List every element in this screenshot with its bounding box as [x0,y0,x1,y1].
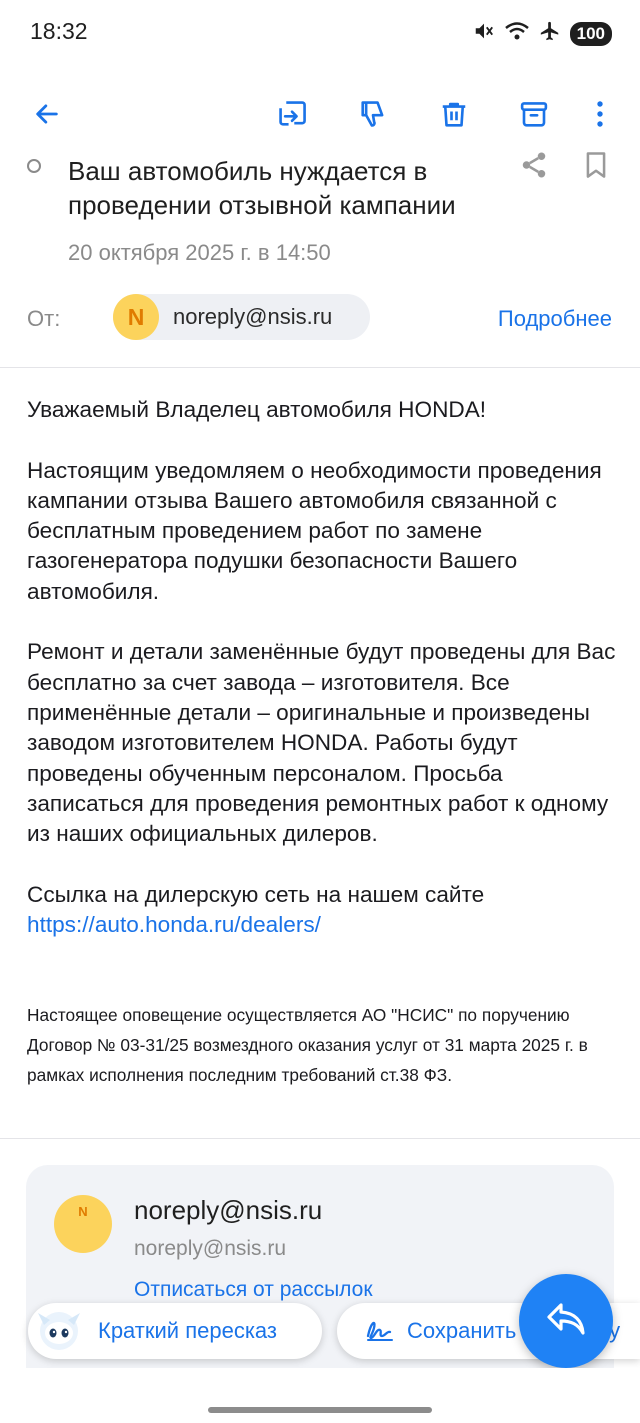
body-paragraph: Настоящим уведомляем о необходимости про… [27,457,602,604]
body-divider [0,1138,640,1139]
more-options-button[interactable] [576,92,624,140]
message-date: 20 октября 2025 г. в 14:50 [68,240,331,265]
body-paragraph: Ремонт и детали заменённые будут проведе… [27,639,616,847]
move-to-folder-button[interactable] [268,92,316,140]
bookmark-button[interactable] [576,147,616,187]
card-avatar: N [54,1195,112,1253]
back-arrow-icon [33,100,61,133]
dislike-icon [357,98,389,135]
message-toolbar [0,92,640,140]
message-subject: Ваш автомобиль нуждается в проведении от… [68,156,456,220]
home-indicator[interactable] [208,1407,432,1413]
status-icons: 100 [473,20,612,47]
footer-note: Настоящее оповещение осуществляется АО "… [27,1005,588,1085]
sender-email: noreply@nsis.ru [173,304,333,329]
link-intro: Ссылка на дилерскую сеть на нашем сайте [27,881,485,907]
archive-button[interactable] [510,92,558,140]
dealers-link[interactable]: https://auto.honda.ru/dealers/ [27,912,321,937]
wifi-icon [504,20,530,47]
from-label: От: [27,306,61,331]
header-divider [0,367,640,368]
navigation-bar [0,1368,640,1423]
unread-indicator[interactable] [27,159,41,173]
card-sender-email: noreply@nsis.ru [134,1237,287,1260]
sender-card: N noreply@nsis.ru noreply@nsis.ru Отписа… [26,1165,614,1395]
spam-button[interactable] [349,92,397,140]
card-sender-name: noreply@nsis.ru [134,1195,323,1225]
robot-mascot-icon [32,1303,88,1359]
summary-button[interactable]: Краткий пересказ [28,1303,322,1359]
sender-avatar: N [113,294,159,340]
body-link-block: Ссылка на дилерскую сеть на нашем сайте … [27,880,617,941]
message-body: Уважаемый Владелец автомобиля HONDA! Нас… [27,395,617,971]
sender-chip[interactable]: N noreply@nsis.ru [113,294,370,340]
delete-button[interactable] [430,92,478,140]
unsubscribe-link[interactable]: Отписаться от рассылок [134,1278,373,1302]
signature-icon [365,1316,395,1347]
back-button[interactable] [23,92,71,140]
trash-icon [439,99,469,134]
share-icon [519,150,549,185]
reply-button[interactable] [519,1274,613,1368]
reply-icon [545,1300,587,1343]
mute-icon [473,20,495,47]
bookmark-icon [582,150,610,185]
airplane-icon [539,20,561,47]
summary-label: Краткий пересказ [98,1318,277,1343]
share-button[interactable] [514,147,554,187]
more-vert-icon [595,100,605,133]
status-bar: 18:32 100 [0,0,640,64]
archive-icon [519,99,549,134]
battery-level: 100 [569,21,612,46]
move-to-folder-icon [276,98,308,135]
body-greeting: Уважаемый Владелец автомобиля HONDA! [27,397,487,422]
details-link[interactable]: Подробнее [498,306,612,332]
status-time: 18:32 [30,18,88,44]
